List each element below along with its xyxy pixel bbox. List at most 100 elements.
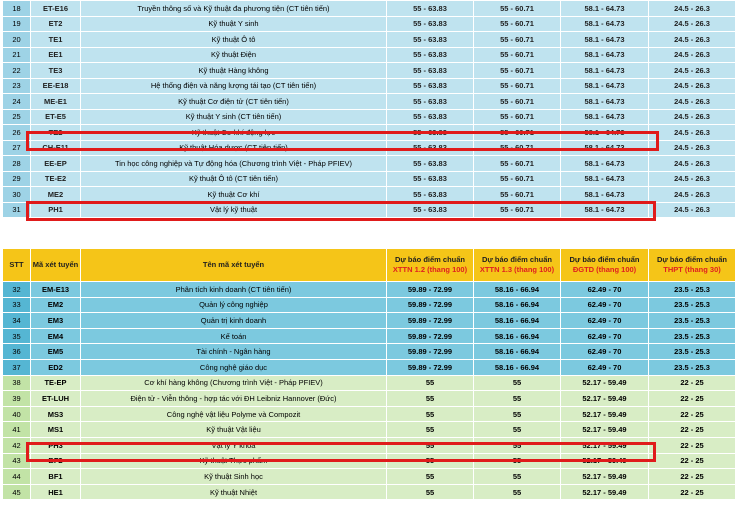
cell-a: 59.89 - 72.99	[386, 343, 474, 360]
cell-b: 55 - 60.71	[473, 0, 561, 17]
cell-name: Kỹ thuật Nhiệt	[80, 483, 387, 501]
header-stt: STT	[2, 248, 31, 282]
cell-code: TE2	[30, 124, 81, 141]
cell-d: 23.5 - 25.3	[648, 312, 736, 329]
cell-code: ET-LUH	[30, 390, 81, 407]
table-row: 43 BF2 Kỹ thuật Thực phẩm 55 55 52.17 - 59.49…	[2, 452, 736, 470]
cell-b: 55 - 60.71	[473, 62, 561, 79]
table-row: 44 BF1 Kỹ thuật Sinh học 55 55 52.17 - 59.49 2…	[2, 468, 736, 485]
cell-name: Phân tích kinh doanh (CT tiên tiến)	[80, 281, 387, 298]
header-xttn13-bottom: XTTN 1.3 (thang 100)	[479, 265, 555, 274]
table-row: 19 ET2 Kỹ thuật Y sinh 55 - 63.83 55 - 60.71…	[2, 15, 736, 32]
cell-c: 52.17 - 59.49	[560, 436, 649, 454]
cell-a: 55	[386, 374, 474, 392]
table-row: 36 EM5 Tài chính - Ngân hàng 59.89 - 72.99 5…	[2, 343, 736, 360]
cell-b: 58.16 - 66.94	[473, 343, 561, 360]
cell-stt: 24	[2, 93, 31, 110]
table-row: 33 EM2 Quản lý công nghiệp 59.89 - 72.99 58.…	[2, 296, 736, 314]
cell-c: 52.17 - 59.49	[560, 374, 649, 392]
cell-code: ME-E1	[30, 93, 81, 110]
cell-name: Kế toán	[80, 327, 387, 345]
cell-d: 24.5 - 26.3	[648, 124, 736, 141]
cell-code: MS3	[30, 405, 81, 423]
cell-c: 62.49 - 70	[560, 343, 649, 360]
cell-code: MS1	[30, 421, 81, 438]
cell-name: Kỹ thuật Y sinh (CT tiên tiến)	[80, 108, 387, 125]
cell-stt: 33	[2, 296, 31, 314]
cell-d: 24.5 - 26.3	[648, 0, 736, 17]
header-xttn13: Dự báo điểm chuẩn XTTN 1.3 (thang 100)	[473, 248, 561, 282]
forecast-table-bottom-body: 32 EM-E13 Phân tích kinh doanh (CT tiên ti…	[2, 281, 736, 501]
cell-d: 24.5 - 26.3	[648, 201, 736, 218]
cell-name: Kỹ thuật Y sinh	[80, 15, 387, 32]
cell-c: 58.1 - 64.73	[560, 201, 649, 218]
cell-stt: 32	[2, 281, 31, 298]
cell-code: TE3	[30, 62, 81, 79]
cell-d: 23.5 - 25.3	[648, 343, 736, 360]
cell-b: 55	[473, 405, 561, 423]
cell-c: 58.1 - 64.73	[560, 62, 649, 79]
cell-b: 55	[473, 374, 561, 392]
cell-name: Kỹ thuật Cơ khí	[80, 186, 387, 203]
cell-c: 58.1 - 64.73	[560, 124, 649, 141]
cell-stt: 18	[2, 0, 31, 17]
table-row: 42 PH3 Vật lý Y khoa 55 55 52.17 - 59.49 22 - …	[2, 436, 736, 454]
cell-stt: 39	[2, 390, 31, 407]
cell-b: 55	[473, 483, 561, 501]
cell-d: 24.5 - 26.3	[648, 186, 736, 203]
table-row: 25 ET-E5 Kỹ thuật Y sinh (CT tiên tiến) 55 …	[2, 108, 736, 125]
cell-code: EM4	[30, 327, 81, 345]
header-thpt-bottom: THPT (thang 30)	[663, 265, 721, 274]
cell-code: BF2	[30, 452, 81, 470]
cell-stt: 40	[2, 405, 31, 423]
cell-stt: 44	[2, 468, 31, 485]
cell-d: 23.5 - 25.3	[648, 296, 736, 314]
table-header-row: STT Mã xét tuyển Tên mã xét tuyển Dự báo…	[2, 248, 736, 282]
cell-c: 52.17 - 59.49	[560, 421, 649, 438]
cell-code: TE1	[30, 31, 81, 48]
cell-b: 55	[473, 390, 561, 407]
cell-c: 58.1 - 64.73	[560, 15, 649, 32]
header-dgtd-top: Dự báo điểm chuẩn	[569, 255, 640, 264]
table-row: 38 TE-EP Cơ khí hàng không (Chương trình V…	[2, 374, 736, 392]
table-row: 26 TE2 Kỹ thuật Cơ khí động lực 55 - 63.83 5…	[2, 124, 736, 141]
cell-name: Kỹ thuật Sinh học	[80, 468, 387, 485]
cell-d: 24.5 - 26.3	[648, 139, 736, 156]
cell-b: 55	[473, 452, 561, 470]
cell-a: 55	[386, 436, 474, 454]
cell-name: Kỹ thuật Cơ khí động lực	[80, 124, 387, 141]
table-row: 45 HE1 Kỹ thuật Nhiệt 55 55 52.17 - 59.49 22 -…	[2, 483, 736, 501]
cell-d: 22 - 25	[648, 390, 736, 407]
cell-c: 62.49 - 70	[560, 327, 649, 345]
cell-d: 24.5 - 26.3	[648, 170, 736, 187]
cell-name: Quản trị kinh doanh	[80, 312, 387, 329]
cell-a: 55	[386, 468, 474, 485]
cell-b: 55 - 60.71	[473, 170, 561, 187]
cell-code: PH1	[30, 201, 81, 218]
cell-code: BF1	[30, 468, 81, 485]
cell-code: ET-E5	[30, 108, 81, 125]
cell-d: 22 - 25	[648, 374, 736, 392]
cell-code: ME2	[30, 186, 81, 203]
cell-a: 55 - 63.83	[386, 0, 474, 17]
cell-d: 22 - 25	[648, 405, 736, 423]
cell-d: 22 - 25	[648, 468, 736, 485]
cell-a: 59.89 - 72.99	[386, 358, 474, 376]
cell-code: ET2	[30, 15, 81, 32]
cell-name: Truyền thông số và Kỹ thuật đa phương ti…	[80, 0, 387, 17]
table-row: 35 EM4 Kế toán 59.89 - 72.99 58.16 - 66.94 62…	[2, 327, 736, 345]
cell-b: 55 - 60.71	[473, 15, 561, 32]
cell-b: 58.16 - 66.94	[473, 312, 561, 329]
table-row: 37 ED2 Công nghệ giáo dục 59.89 - 72.99 58.1…	[2, 358, 736, 376]
cell-b: 55 - 60.71	[473, 155, 561, 172]
cell-d: 24.5 - 26.3	[648, 93, 736, 110]
table-row: 41 MS1 Kỹ thuật Vật liệu 55 55 52.17 - 59.49 2…	[2, 421, 736, 438]
cell-c: 52.17 - 59.49	[560, 390, 649, 407]
cell-name: Tài chính - Ngân hàng	[80, 343, 387, 360]
cell-code: EE-E18	[30, 77, 81, 94]
cell-name: Tin học công nghiệp và Tự động hóa (Chươ…	[80, 155, 387, 172]
cell-d: 23.5 - 25.3	[648, 358, 736, 376]
cell-stt: 29	[2, 170, 31, 187]
cell-c: 58.1 - 64.73	[560, 0, 649, 17]
cell-b: 55	[473, 468, 561, 485]
